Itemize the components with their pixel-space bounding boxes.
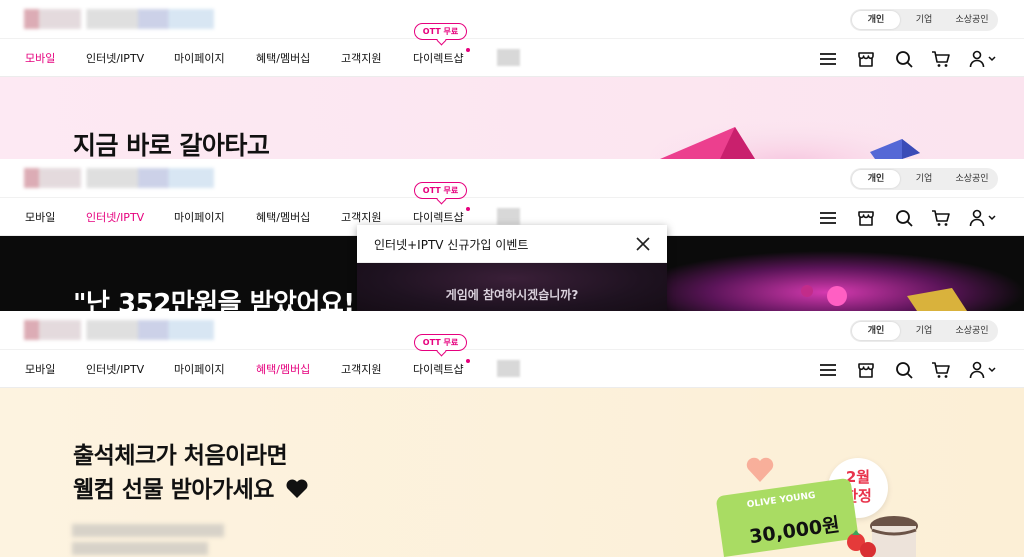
chevron-down-icon[interactable] — [987, 360, 997, 380]
blurred-nav-item[interactable] — [497, 208, 520, 225]
nav-mobile[interactable]: 모바일 — [25, 209, 55, 237]
segment-business[interactable]: 기업 — [900, 170, 948, 188]
customer-type-toggle[interactable]: 개인 기업 소상공인 — [850, 320, 998, 342]
gift-card: OLIVE YOUNG 30,000원 — [715, 477, 859, 557]
hero-banner-benefits[interactable]: 출석체크가 처음이라면 웰컴 선물 받아가세요 2월 한정 OLIVE YOUN… — [0, 388, 1024, 557]
search-icon[interactable] — [894, 208, 914, 228]
nav-direct-shop-label: 다이렉트샵 — [413, 363, 464, 376]
ott-free-badge[interactable]: OTT 무료 — [414, 23, 467, 40]
top-utility-bar: 개인 기업 소상공인 — [0, 159, 1024, 197]
logo[interactable] — [24, 9, 214, 29]
nav-mobile[interactable]: 모바일 — [25, 50, 56, 79]
hero-title: 지금 바로 갈아타고 — [73, 131, 270, 159]
main-nav: 모바일 인터넷/IPTV 마이페이지 혜택/멤버십 고객지원 다이렉트샵 — [0, 349, 1024, 390]
blurred-nav-item[interactable] — [497, 49, 520, 66]
hero-title: "난 352만원을 받았어요!" — [73, 289, 368, 311]
chevron-down-icon[interactable] — [987, 208, 997, 228]
menu-icon[interactable] — [818, 208, 838, 228]
menu-icon[interactable] — [818, 49, 838, 69]
hero-illustration — [667, 236, 1024, 311]
blurred-subtext — [72, 542, 208, 555]
nav-direct-shop-label: 다이렉트샵 — [413, 52, 464, 65]
search-icon[interactable] — [894, 49, 914, 69]
screen-section-benefits: 개인 기업 소상공인 모바일 인터넷/IPTV 마이페이지 혜택/멤버십 고객지… — [0, 311, 1024, 557]
hero-title-line2: 웰컴 선물 받아가세요 — [73, 477, 274, 503]
screen-section-internet-iptv: 개인 기업 소상공인 모바일 인터넷/IPTV 마이페이지 혜택/멤버십 고객지… — [0, 159, 1024, 311]
chevron-down-icon[interactable] — [987, 49, 997, 69]
nav-mypage[interactable]: 마이페이지 — [174, 361, 225, 389]
close-icon[interactable] — [635, 236, 651, 252]
popup-game-banner[interactable]: 게임에 참여하시겠습니까? — [357, 263, 667, 311]
cart-icon[interactable] — [931, 360, 951, 380]
blurred-nav-item[interactable] — [497, 360, 520, 377]
blurred-subtext — [72, 524, 224, 537]
top-utility-bar: 개인 기업 소상공인 — [0, 311, 1024, 349]
ott-free-badge[interactable]: OTT 무료 — [414, 182, 467, 199]
nav-customer-support[interactable]: 고객지원 — [341, 50, 381, 78]
logo[interactable] — [24, 320, 214, 340]
nav-internet-iptv[interactable]: 인터넷/IPTV — [86, 361, 144, 389]
nav-direct-shop-label: 다이렉트샵 — [413, 211, 464, 224]
search-icon[interactable] — [894, 360, 914, 380]
popup-header: 인터넷+IPTV 신규가입 이벤트 — [357, 225, 667, 263]
gift-card-brand: OLIVE YOUNG — [746, 490, 817, 511]
hero-title-line1: 출석체크가 처음이라면 — [73, 443, 288, 469]
segment-personal[interactable]: 개인 — [852, 11, 900, 29]
segment-personal[interactable]: 개인 — [852, 170, 900, 188]
event-popup: 인터넷+IPTV 신규가입 이벤트 게임에 참여하시겠습니까? — [357, 225, 667, 311]
nav-direct-shop[interactable]: 다이렉트샵 — [413, 359, 470, 389]
nav-mypage[interactable]: 마이페이지 — [174, 209, 225, 237]
new-dot — [465, 207, 470, 211]
nav-benefits-membership[interactable]: 혜택/멤버십 — [256, 361, 311, 390]
popup-title: 인터넷+IPTV 신규가입 이벤트 — [374, 238, 529, 252]
top-utility-bar: 개인 기업 소상공인 — [0, 0, 1024, 38]
heart-icon — [286, 479, 308, 498]
segment-business[interactable]: 기업 — [900, 11, 948, 29]
menu-icon[interactable] — [818, 360, 838, 380]
dessert-illustration — [847, 516, 918, 557]
cart-icon[interactable] — [931, 208, 951, 228]
hero-banner-mobile[interactable]: 지금 바로 갈아타고 — [0, 77, 1024, 159]
cart-icon[interactable] — [931, 49, 951, 69]
store-icon[interactable] — [856, 49, 876, 69]
main-nav: 모바일 인터넷/IPTV 마이페이지 혜택/멤버십 고객지원 다이렉트샵 — [0, 38, 1024, 79]
nav-benefits-membership[interactable]: 혜택/멤버십 — [256, 209, 310, 237]
new-dot — [465, 359, 470, 363]
customer-type-toggle[interactable]: 개인 기업 소상공인 — [850, 9, 998, 31]
user-icon[interactable] — [969, 360, 989, 380]
new-dot — [465, 48, 470, 52]
user-icon[interactable] — [969, 49, 989, 69]
store-icon[interactable] — [856, 360, 876, 380]
store-icon[interactable] — [856, 208, 876, 228]
gift-card-amount: 30,000원 — [747, 513, 841, 549]
hero-title-line2-row: 웰컴 선물 받아가세요 — [73, 474, 309, 506]
nav-mobile[interactable]: 모바일 — [25, 361, 55, 389]
hero-illustration — [650, 117, 930, 159]
user-icon[interactable] — [969, 208, 989, 228]
screen-section-mobile: 개인 기업 소상공인 모바일 인터넷/IPTV 마이페이지 혜택/멤버십 고객지… — [0, 0, 1024, 159]
nav-mypage[interactable]: 마이페이지 — [174, 50, 225, 78]
floating-heart-icon — [746, 457, 774, 482]
logo[interactable] — [24, 168, 214, 188]
segment-personal[interactable]: 개인 — [852, 322, 900, 340]
customer-type-toggle[interactable]: 개인 기업 소상공인 — [850, 168, 998, 190]
ott-free-badge[interactable]: OTT 무료 — [414, 334, 467, 351]
segment-small-business[interactable]: 소상공인 — [948, 11, 996, 29]
nav-benefits-membership[interactable]: 혜택/멤버십 — [256, 50, 310, 78]
nav-internet-iptv[interactable]: 인터넷/IPTV — [86, 209, 145, 238]
segment-small-business[interactable]: 소상공인 — [948, 322, 996, 340]
popup-question: 게임에 참여하시겠습니까? — [445, 288, 579, 302]
segment-small-business[interactable]: 소상공인 — [948, 170, 996, 188]
nav-customer-support[interactable]: 고객지원 — [341, 361, 381, 389]
nav-internet-iptv[interactable]: 인터넷/IPTV — [86, 50, 144, 78]
segment-business[interactable]: 기업 — [900, 322, 948, 340]
nav-direct-shop[interactable]: 다이렉트샵 — [413, 48, 470, 78]
